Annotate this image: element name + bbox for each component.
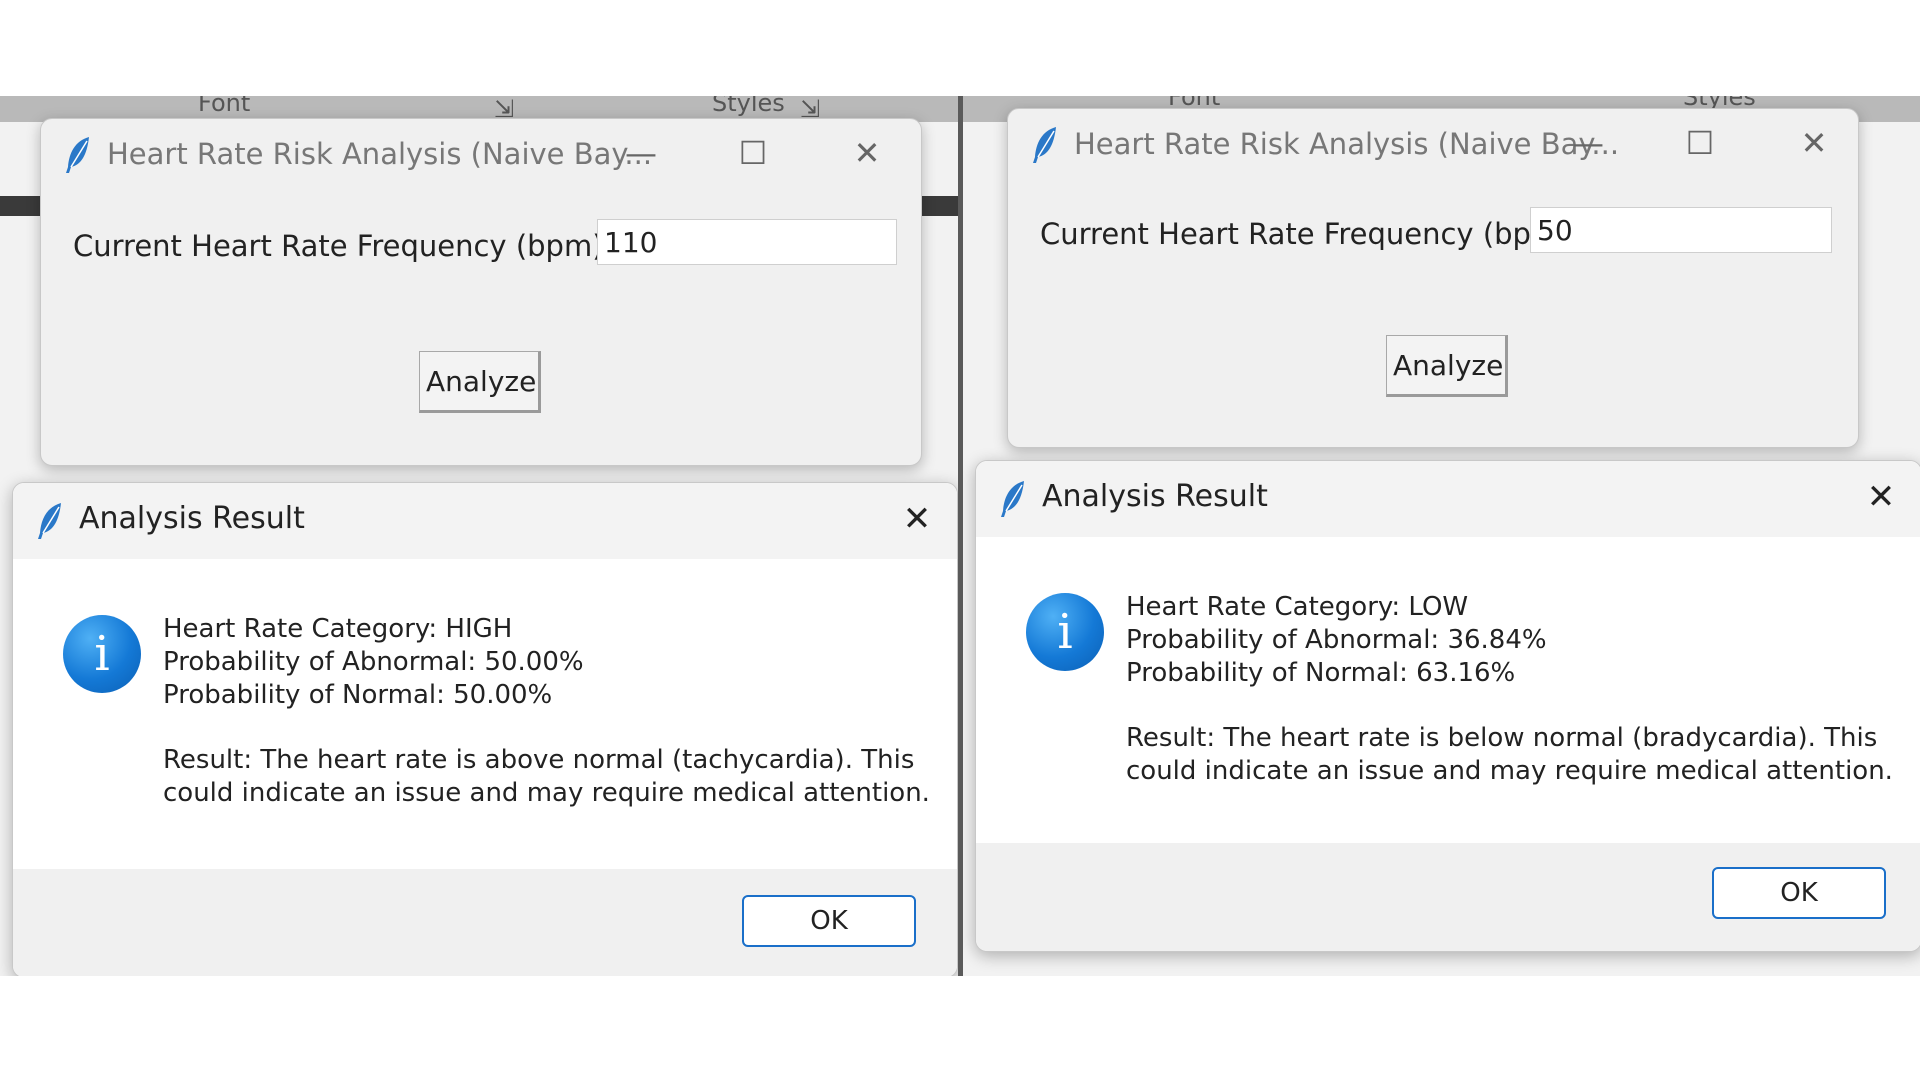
result-message: Heart Rate Category: LOW Probability of … — [1126, 591, 1893, 788]
maximize-icon[interactable]: ☐ — [733, 133, 773, 173]
category-text: Heart Rate Category: HIGH — [163, 614, 513, 644]
result-message: Heart Rate Category: HIGH Probability of… — [163, 613, 930, 810]
heart-rate-label: Current Heart Rate Frequency (bpm): — [1040, 217, 1581, 251]
prob-abnormal-text: Probability of Abnormal: 50.00% — [163, 647, 584, 677]
window-title: Heart Rate Risk Analysis (Naive Bay... — [107, 137, 653, 171]
info-icon: i — [1026, 593, 1104, 671]
window-titlebar[interactable]: Heart Rate Risk Analysis (Naive Bay... —… — [41, 119, 921, 191]
result-line-1: Result: The heart rate is below normal (… — [1126, 723, 1878, 753]
result-line-2: could indicate an issue and may require … — [163, 778, 930, 808]
ok-button[interactable]: OK — [742, 895, 916, 947]
feather-icon — [1001, 481, 1024, 517]
close-icon[interactable]: ✕ — [1794, 123, 1834, 163]
window-title: Heart Rate Risk Analysis (Naive Bay... — [1074, 127, 1620, 161]
background-bar — [0, 196, 42, 216]
feather-icon — [66, 137, 89, 173]
heart-rate-label: Current Heart Rate Frequency (bpm): — [73, 229, 614, 263]
result-line-1: Result: The heart rate is above normal (… — [163, 745, 915, 775]
close-icon[interactable]: ✕ — [847, 133, 887, 173]
dialog-footer: OK — [13, 869, 957, 976]
left-screenshot-panel: Font ⇲ Styles ⇲ Heart Rate Risk Analysis… — [0, 96, 958, 976]
feather-icon — [1033, 127, 1056, 163]
right-screenshot-panel: Font Styles Heart Rate Risk Analysis (Na… — [963, 96, 1920, 976]
dialog-titlebar[interactable]: Analysis Result ✕ — [13, 483, 957, 559]
feather-icon — [38, 503, 61, 539]
analysis-result-dialog: Analysis Result ✕ i Heart Rate Category:… — [12, 482, 958, 976]
close-icon[interactable]: ✕ — [1861, 477, 1901, 517]
prob-normal-text: Probability of Normal: 50.00% — [163, 680, 553, 710]
prob-abnormal-text: Probability of Abnormal: 36.84% — [1126, 625, 1547, 655]
dialog-titlebar[interactable]: Analysis Result ✕ — [976, 461, 1920, 537]
minimize-icon[interactable]: — — [621, 133, 661, 173]
maximize-icon[interactable]: ☐ — [1680, 123, 1720, 163]
analysis-result-dialog: Analysis Result ✕ i Heart Rate Category:… — [975, 460, 1920, 952]
analyze-button[interactable]: Analyze — [419, 351, 541, 413]
ribbon-font-label: Font — [198, 96, 251, 117]
result-line-2: could indicate an issue and may require … — [1126, 756, 1893, 786]
dialog-title: Analysis Result — [79, 501, 305, 536]
close-icon[interactable]: ✕ — [897, 499, 937, 539]
ribbon-styles-label: Styles — [712, 96, 785, 117]
prob-normal-text: Probability of Normal: 63.16% — [1126, 658, 1516, 688]
ok-button[interactable]: OK — [1712, 867, 1886, 919]
dialog-title: Analysis Result — [1042, 479, 1268, 514]
info-icon: i — [63, 615, 141, 693]
dialog-footer: OK — [976, 843, 1920, 951]
heart-rate-input[interactable] — [597, 219, 897, 265]
window-titlebar[interactable]: Heart Rate Risk Analysis (Naive Bay... —… — [1008, 109, 1858, 181]
app-window: Heart Rate Risk Analysis (Naive Bay... —… — [1007, 108, 1859, 448]
analyze-button[interactable]: Analyze — [1386, 335, 1508, 397]
category-text: Heart Rate Category: LOW — [1126, 592, 1469, 622]
heart-rate-input[interactable] — [1530, 207, 1832, 253]
app-window: Heart Rate Risk Analysis (Naive Bay... —… — [40, 118, 922, 466]
minimize-icon[interactable]: — — [1568, 123, 1608, 163]
background-bar — [920, 196, 958, 216]
